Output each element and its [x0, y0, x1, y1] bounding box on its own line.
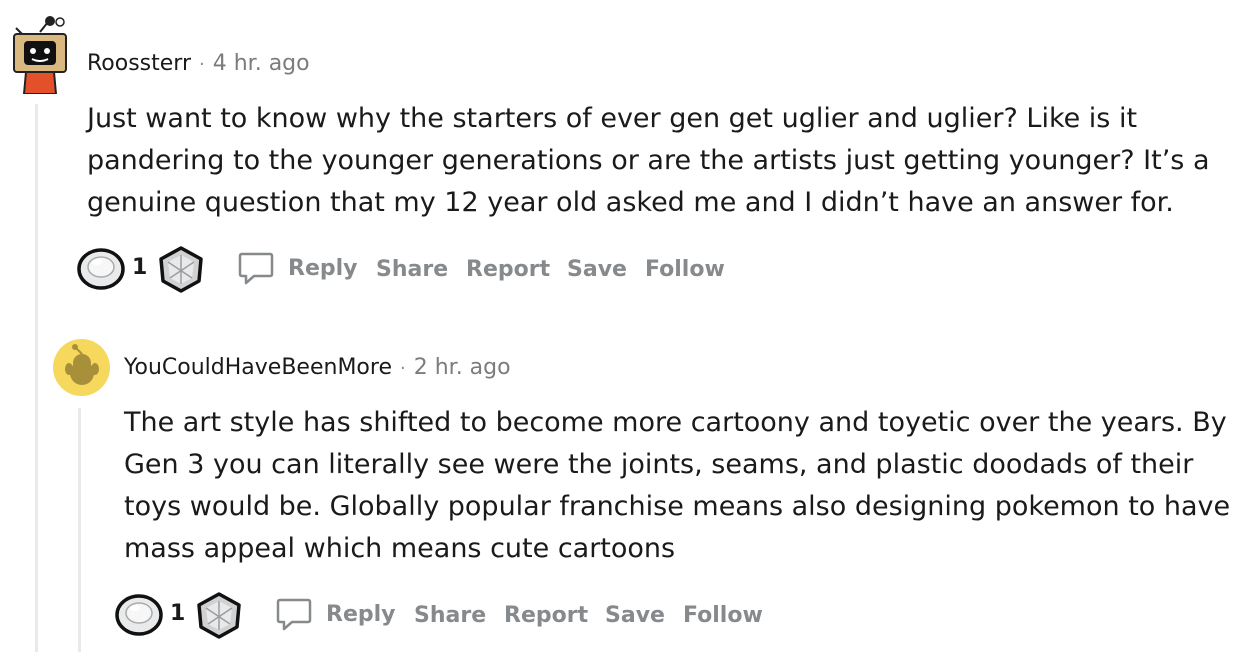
comment-line: genuine question that my 12 year old ask…	[87, 187, 1174, 218]
reply-label: Reply	[326, 601, 396, 627]
username[interactable]: Roossterr	[87, 51, 191, 76]
user-avatar[interactable]	[53, 339, 110, 396]
share-button[interactable]: Share	[376, 257, 448, 282]
comment-meta: Roossterr · 4 hr. ago	[87, 51, 310, 76]
reply-label: Reply	[288, 255, 358, 281]
comment-body: The art style has shifted to become more…	[124, 402, 1230, 570]
timestamp[interactable]: 2 hr. ago	[414, 355, 511, 380]
comment-line: pandering to the younger generations or …	[87, 145, 1210, 176]
user-avatar[interactable]	[10, 14, 72, 94]
timestamp[interactable]: 4 hr. ago	[213, 51, 310, 76]
thread-line[interactable]	[78, 408, 81, 652]
username[interactable]: YouCouldHaveBeenMore	[124, 355, 392, 380]
gem-award-icon[interactable]	[194, 591, 244, 639]
save-button[interactable]: Save	[605, 603, 665, 628]
share-button[interactable]: Share	[414, 603, 486, 628]
comment-line: toys would be. Globally popular franchis…	[124, 491, 1231, 522]
follow-button[interactable]: Follow	[645, 257, 725, 282]
comment-line: Gen 3 you can literally see were the joi…	[124, 449, 1194, 480]
comment-line: mass appeal which means cute cartoons	[124, 533, 676, 564]
thread-line[interactable]	[35, 104, 38, 652]
reply-button[interactable]: Reply	[274, 594, 396, 634]
comment-line: Just want to know why the starters of ev…	[87, 103, 1138, 134]
chat-bubble-icon	[238, 252, 274, 285]
award-count: 1	[132, 255, 148, 280]
meta-separator: ·	[400, 358, 406, 379]
silver-award-icon[interactable]	[76, 247, 126, 291]
report-button[interactable]: Report	[504, 603, 588, 628]
award-count: 1	[170, 601, 186, 626]
follow-button[interactable]: Follow	[683, 603, 763, 628]
chat-bubble-icon	[276, 598, 312, 631]
comment-body: Just want to know why the starters of ev…	[87, 98, 1210, 224]
report-button[interactable]: Report	[466, 257, 550, 282]
comment-meta: YouCouldHaveBeenMore · 2 hr. ago	[124, 355, 511, 380]
meta-separator: ·	[199, 54, 205, 75]
gem-award-icon[interactable]	[156, 245, 206, 293]
comment-line: The art style has shifted to become more…	[124, 407, 1227, 438]
save-button[interactable]: Save	[567, 257, 627, 282]
reply-button[interactable]: Reply	[236, 248, 358, 288]
silver-award-icon[interactable]	[114, 593, 164, 637]
